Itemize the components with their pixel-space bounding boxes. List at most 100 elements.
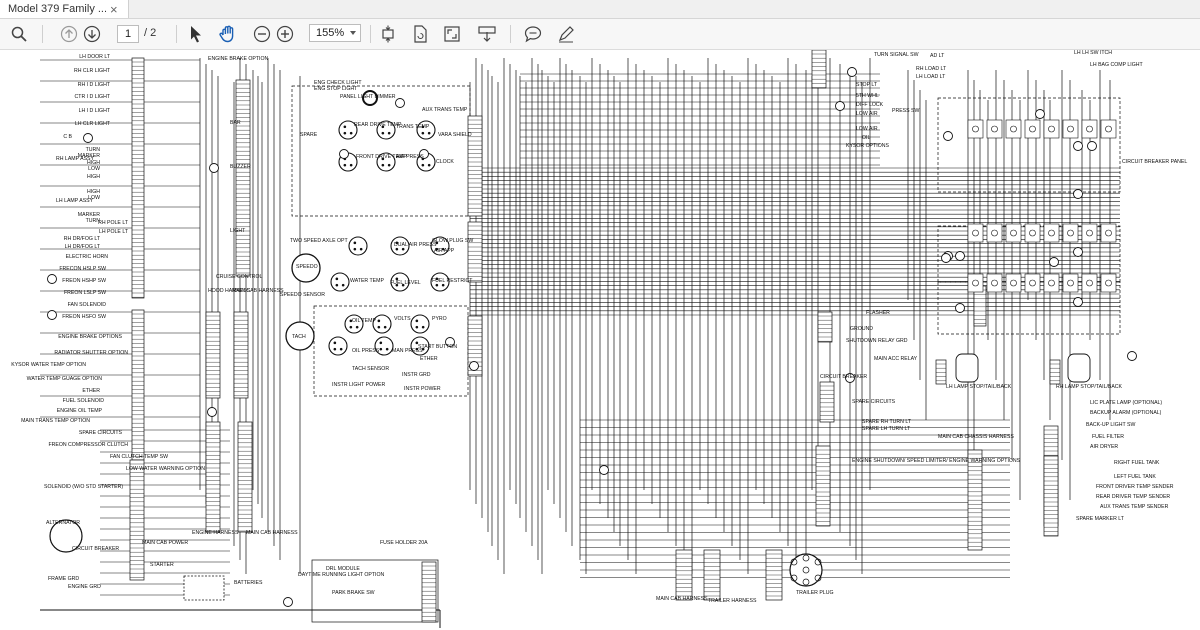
component-circle [1073, 297, 1083, 307]
comment-icon[interactable] [522, 23, 544, 45]
document-tab-title: Model 379 Family ... [8, 3, 106, 15]
schematic-label: INSTR POWER [404, 386, 441, 392]
page-up-icon[interactable] [58, 23, 80, 45]
viewer-toolbar: 1 / 2 155% [0, 19, 1200, 50]
schematic-label: FREON LSLP SW [64, 290, 106, 296]
schematic-label: WATER TEMP GUAGE OPTION [27, 376, 103, 382]
schematic-label: CLOCK [436, 159, 454, 165]
download-icon[interactable] [476, 23, 498, 45]
schematic-label: ENGINE BRAKE OPTIONS [58, 334, 122, 340]
schematic-label: BACK-UP LIGHT SW [1086, 422, 1135, 428]
schematic-label: LH LH SW ITCH [1074, 50, 1112, 56]
schematic-label: MAIN CAB HARNESS [246, 530, 298, 536]
current-page-input[interactable]: 1 [117, 25, 139, 43]
schematic-label: TURN SIGNAL SW [874, 52, 919, 58]
schematic-label: SOLENOID (W/O STD STARTER) [44, 484, 123, 490]
schematic-label: PRESS SW [892, 108, 919, 114]
component-circle [1087, 141, 1097, 151]
gauge-pin [379, 347, 383, 351]
schematic-label: LOW WATER WARNING OPTION [126, 466, 205, 472]
gauge-pin [333, 347, 337, 351]
schematic-label: BATTERIES [234, 580, 263, 586]
component-circle [83, 133, 93, 143]
schematic-label: AIR APP [434, 248, 455, 254]
close-tab-icon[interactable]: × [110, 3, 118, 16]
schematic-label: LOW AIR [856, 126, 878, 132]
component-circle [1035, 109, 1045, 119]
gauge-pin [353, 241, 357, 245]
breaker-cell [967, 223, 984, 243]
gauge-pin [349, 163, 353, 167]
component-circle [941, 253, 951, 263]
schematic-label: INSTR GRD [402, 372, 431, 378]
breaker-cell [1100, 273, 1117, 293]
schematic-label: DIFF LOCK [856, 102, 884, 108]
draw-icon[interactable] [555, 23, 577, 45]
schematic-label: VOLTS [394, 316, 411, 322]
schematic-label: LH CLR LIGHT [75, 121, 111, 127]
gauge-pin [335, 283, 339, 287]
zoom-level-select[interactable]: 155% [309, 24, 361, 42]
component-circle [283, 597, 293, 607]
component-circle [339, 149, 349, 159]
component-circle [955, 303, 965, 313]
gauge-pin [379, 341, 383, 345]
schematic-label: SPARE LH TURN LT [862, 426, 911, 432]
document-tab[interactable]: Model 379 Family ... × [0, 0, 129, 18]
zoom-out-icon[interactable] [251, 23, 273, 45]
tab-bar: Model 379 Family ... × [0, 0, 1200, 19]
breaker-cell [986, 273, 1003, 293]
connector-block [129, 459, 145, 581]
zoom-in-icon[interactable] [274, 23, 296, 45]
component-circle [1073, 247, 1083, 257]
hand-tool-icon[interactable] [216, 23, 240, 45]
schematic-label: LIC PLATE LAMP (OPTIONAL) [1090, 400, 1162, 406]
component-circle [469, 361, 479, 371]
connector-block [811, 50, 827, 89]
schematic-label: AUX TRANS TEMP [422, 107, 468, 113]
breaker-cell [1043, 223, 1060, 243]
schematic-label: OIL TEMP [352, 318, 376, 324]
chevron-down-icon [350, 31, 356, 35]
gauge-pin [401, 247, 405, 251]
schematic-label: C B [63, 134, 72, 140]
connector-block [1043, 455, 1059, 537]
rotate-page-icon[interactable] [410, 23, 430, 45]
component-circle [599, 465, 609, 475]
gauge-symbol [410, 314, 430, 334]
schematic-label: LH LAMP ASSY [56, 198, 94, 204]
document-viewport[interactable]: LH DOOR LT RH CLR LIGHT RH I D LIGHT CTR I … [0, 50, 1200, 630]
gauge-pin [343, 131, 347, 135]
schematic-label: MAIN ACC RELAY [874, 356, 918, 362]
gauge-pin [343, 163, 347, 167]
search-icon[interactable] [8, 23, 30, 45]
schematic-label: RH POLE LT [98, 220, 129, 226]
schematic-label: LH DOOR LT [79, 54, 111, 60]
schematic-label: 5TH WHL [856, 93, 879, 99]
gauge-pin [387, 163, 391, 167]
page-down-icon[interactable] [81, 23, 103, 45]
select-cursor-icon[interactable] [186, 23, 206, 45]
schematic-label: TRAILER HARNESS [708, 598, 757, 604]
schematic-label: DUAL AIR PRESS [394, 242, 437, 248]
schematic-label: TRAILER PLUG [796, 590, 833, 596]
gauge-symbol [328, 336, 348, 356]
schematic-label: ENG STOP LIGHT [314, 86, 358, 92]
schematic-label: WATER TEMP [350, 278, 384, 284]
component-circle [943, 131, 953, 141]
schematic-label: PARK BRAKE SW [332, 590, 375, 596]
schematic-label: OIL [862, 135, 870, 141]
schematic-label: CIRCUIT BREAKER [820, 374, 867, 380]
component-circle [955, 251, 965, 261]
schematic-label: MAIN CAB CHASSIS HARNESS [938, 434, 1014, 440]
breaker-cell [1100, 223, 1117, 243]
component-circle [1127, 351, 1137, 361]
gauge-pin [343, 125, 347, 129]
schematic-label: FUEL LEVEL [390, 280, 421, 286]
breaker-cell [1062, 273, 1079, 293]
schematic-label: ENGINE GRD [68, 584, 101, 590]
lamp-housing [955, 353, 979, 383]
schematic-label: BACKUP ALARM (OPTIONAL) [1090, 410, 1162, 416]
fullscreen-icon[interactable] [442, 23, 462, 45]
fit-page-icon[interactable] [378, 23, 398, 45]
